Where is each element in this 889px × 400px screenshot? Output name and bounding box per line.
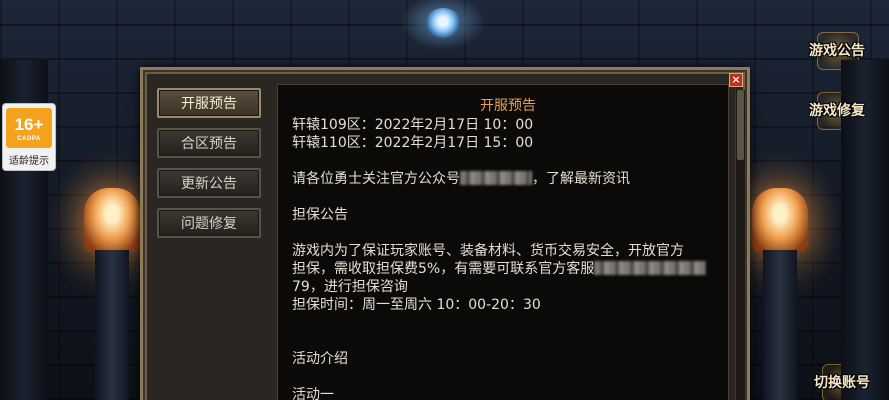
- right-lamp-stand: [763, 250, 797, 400]
- age-rating-icon: 16+ CADPA: [6, 108, 52, 148]
- guarantee-line-3: 79，进行担保咨询: [292, 279, 408, 295]
- tab-server-merge[interactable]: 合区预告: [157, 128, 261, 158]
- age-rating-badge: 16+ CADPA 适龄提示: [2, 103, 56, 171]
- content-scrollbar[interactable]: [735, 90, 745, 400]
- age-rating-label: 适龄提示: [9, 156, 49, 167]
- guarantee-heading: 担保公告: [292, 207, 348, 223]
- ceiling-orb-light: [425, 8, 461, 38]
- server-109-line: 轩辕109区：2022年2月17日 10：00: [292, 117, 534, 133]
- follow-line: 请各位勇士关注官方公众号 ，了解最新资讯: [292, 170, 714, 188]
- guarantee-line-2: 担保，需收取担保费5%，有需要可联系官方客服: [292, 260, 714, 278]
- redacted-account: [460, 171, 532, 185]
- age-rating-value: 16+: [14, 114, 44, 134]
- activity-1: 活动一: [292, 387, 334, 400]
- switch-account-label: 切换账号: [814, 375, 870, 391]
- game-repair-button[interactable]: 游戏修复: [803, 90, 871, 130]
- content-title: 开服预告: [480, 98, 536, 114]
- guarantee-line-2-text: 担保，需收取担保费5%，有需要可联系官方客服: [292, 261, 595, 277]
- left-lamp-stand: [95, 250, 129, 400]
- right-lamp: [752, 188, 808, 252]
- left-lamp: [84, 188, 140, 252]
- switch-account-button[interactable]: 切换账号: [808, 362, 876, 400]
- game-repair-label: 游戏修复: [809, 103, 865, 119]
- announcement-tab-list: 开服预告 合区预告 更新公告 问题修复: [157, 88, 269, 238]
- server-110-line: 轩辕110区：2022年2月17日 15：00: [292, 135, 534, 151]
- close-icon[interactable]: ×: [729, 73, 743, 87]
- tab-server-opening[interactable]: 开服预告: [157, 88, 261, 118]
- scrollbar-thumb[interactable]: [737, 90, 744, 160]
- game-announcement-button[interactable]: 游戏公告: [803, 30, 871, 70]
- guarantee-time: 担保时间：周一至周六 10：00-20：30: [292, 297, 541, 313]
- game-announcement-label: 游戏公告: [809, 43, 865, 59]
- activity-heading: 活动介绍: [292, 351, 348, 367]
- redacted-contact: [594, 261, 707, 275]
- guarantee-line-1: 游戏内为了保证玩家账号、装备材料、货币交易安全，开放官方: [292, 243, 684, 259]
- tab-update-notice[interactable]: 更新公告: [157, 168, 261, 198]
- content-body: 轩辕109区：2022年2月17日 10：00 轩辕110区：2022年2月17…: [278, 115, 728, 400]
- follow-prefix: 请各位勇士关注官方公众号: [292, 171, 460, 187]
- announcement-panel: × 开服预告 合区预告 更新公告 问题修复 开服预告 轩辕109区：2022年2…: [140, 67, 750, 400]
- age-rating-org: CADPA: [17, 135, 41, 142]
- follow-suffix: ，了解最新资讯: [532, 171, 630, 187]
- announcement-content[interactable]: 开服预告 轩辕109区：2022年2月17日 10：00 轩辕110区：2022…: [277, 84, 729, 400]
- tab-issue-fix[interactable]: 问题修复: [157, 208, 261, 238]
